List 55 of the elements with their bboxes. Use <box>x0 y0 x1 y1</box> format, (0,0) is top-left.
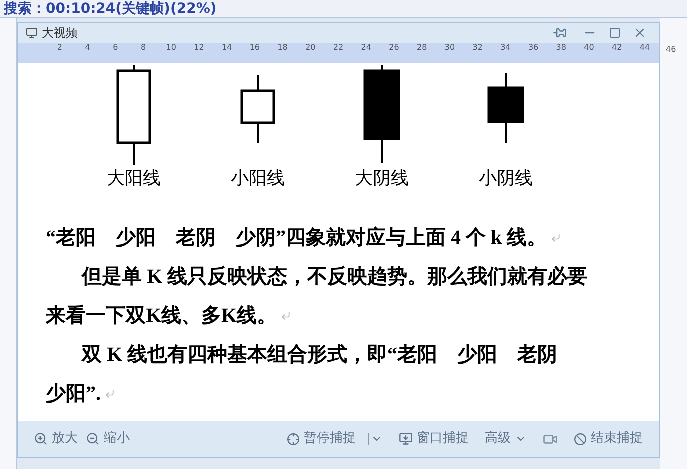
ruler-number: 46 <box>666 44 678 56</box>
candle-label: 大阳线 <box>107 169 161 187</box>
paragraph-line: 少阳”. <box>46 383 101 405</box>
candle-label: 小阳线 <box>231 169 285 187</box>
toolbar-button[interactable]: 窗口捕捉 <box>395 429 473 449</box>
ruler-number: 14 <box>220 43 234 53</box>
paragraph-mark-icon <box>105 389 115 399</box>
toolbar-button[interactable]: 结束捕捉 <box>570 429 647 449</box>
toolbar-button[interactable]: 缩小 <box>82 429 134 449</box>
candlestick-icon <box>487 73 525 143</box>
candlestick-icon <box>240 75 276 143</box>
paragraph-mark-icon <box>551 233 562 243</box>
zoom-in-icon <box>34 432 48 446</box>
candle-label: 小阴线 <box>479 169 533 187</box>
ruler-number: 10 <box>165 43 178 53</box>
ruler-number: 32 <box>472 43 484 53</box>
ruler-number: 20 <box>304 43 317 53</box>
close-icon[interactable] <box>633 26 647 40</box>
zoom-out-icon <box>86 432 100 446</box>
window-title: 大视频 <box>42 25 78 42</box>
paragraph-line: “老阳 少阳 老阴 少阴”四象就对应与上面 4 个 k 线。 <box>46 227 548 249</box>
candlestick-icon <box>363 65 401 163</box>
ruler-number: 2 <box>56 43 64 53</box>
ruler-number: 22 <box>332 43 345 53</box>
monitor-icon <box>26 27 38 39</box>
candle-label: 大阴线 <box>355 169 409 187</box>
paragraph-line: 但是单 K 线只反映状态，不反映趋势。那么我们就有必要 <box>82 266 588 288</box>
paragraph-line: 来看一下双K线、多K线。 <box>46 305 278 327</box>
ruler-number: 36 <box>527 43 540 53</box>
paragraph-mark-icon <box>281 311 292 321</box>
ruler-number: 44 <box>638 43 652 53</box>
monitor-icon <box>399 432 413 446</box>
ruler-number: 26 <box>388 43 400 53</box>
ruler-number: 4 <box>84 43 92 53</box>
ruler-number: 28 <box>416 43 428 53</box>
ruler-number: 40 <box>583 43 596 53</box>
overlay-caption: 搜索：00:10:24(关键帧)(22%) <box>4 2 217 16</box>
pin-icon[interactable] <box>553 26 567 40</box>
ruler-number: 12 <box>193 43 206 53</box>
toolbar-button[interactable]: 暂停捕捉 <box>283 429 387 449</box>
maximize-icon[interactable] <box>609 27 621 39</box>
ruler-number: 6 <box>112 43 120 53</box>
ruler-number: 30 <box>444 43 456 53</box>
crosshair-icon <box>287 432 300 446</box>
ruler-number: 18 <box>276 43 289 53</box>
ruler-number: 24 <box>360 43 372 53</box>
ruler-number: 38 <box>555 43 568 53</box>
ruler-number: 34 <box>500 43 512 53</box>
toolbar-button[interactable]: 放大 <box>30 429 82 449</box>
toolbar-button[interactable]: 高级 <box>481 429 531 449</box>
ruler-number: 16 <box>248 43 262 53</box>
stop-icon <box>574 432 587 446</box>
ruler-number: 42 <box>611 43 624 53</box>
ruler-number: 8 <box>140 43 148 53</box>
paragraph-line: 双 K 线也有四种基本组合形式，即“老阳 少阳 老阴 <box>82 344 558 366</box>
